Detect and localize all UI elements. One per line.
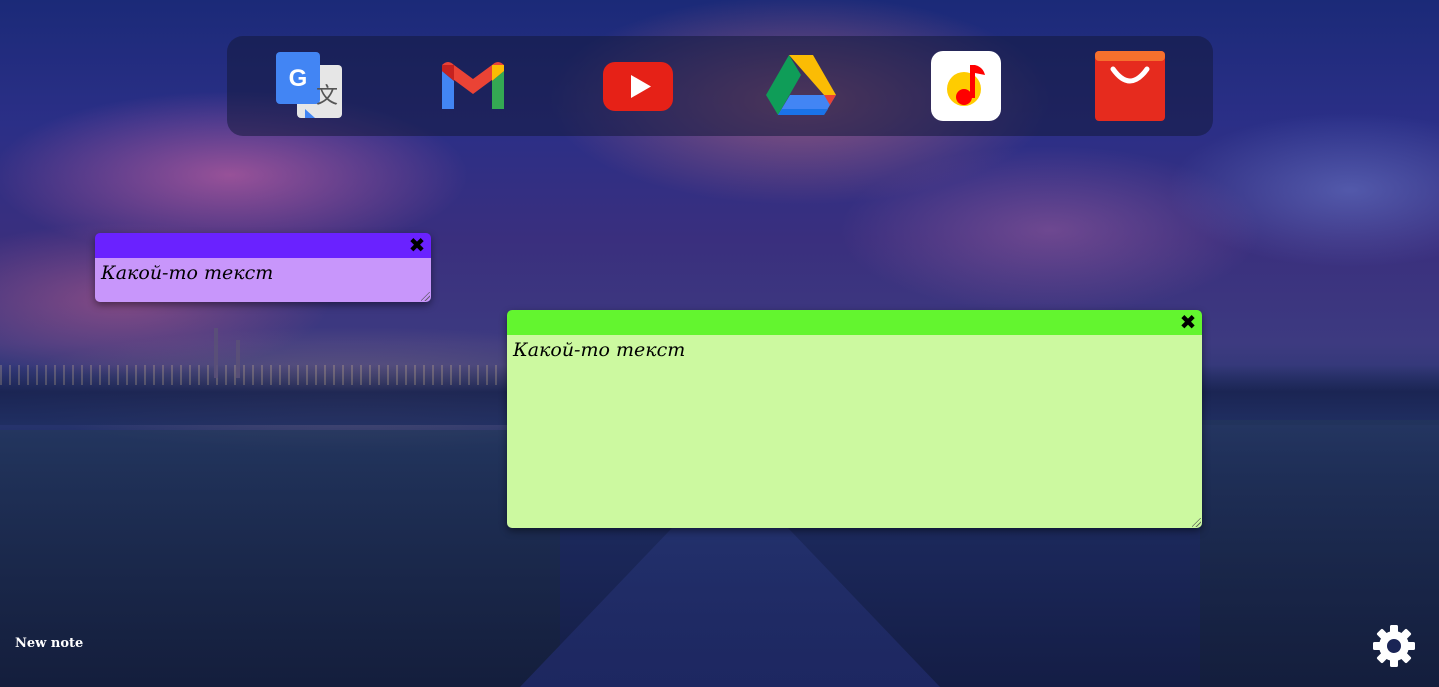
note-text-area[interactable]: Какой-то текст (95, 258, 431, 302)
svg-text:文: 文 (316, 84, 338, 109)
bookmark-youtube[interactable] (603, 51, 673, 121)
bookmark-google-drive[interactable] (766, 51, 836, 121)
road (520, 520, 940, 687)
sticky-note[interactable]: ✖ Какой-то текст (95, 233, 431, 302)
google-drive-icon (766, 55, 836, 115)
note-header[interactable]: ✖ (507, 310, 1202, 335)
bookmark-google-translate[interactable]: G 文 (275, 51, 345, 121)
svg-text:G: G (289, 65, 308, 92)
aliexpress-icon (1095, 51, 1165, 121)
new-note-button[interactable]: New note (15, 636, 83, 651)
bookmark-aliexpress[interactable] (1095, 51, 1165, 121)
note-text-area[interactable]: Какой-то текст (507, 335, 1202, 528)
bookmark-yandex-music[interactable] (931, 51, 1001, 121)
resize-handle[interactable] (421, 292, 430, 301)
field-left (0, 430, 560, 687)
google-translate-icon: G 文 (276, 52, 342, 118)
note-header[interactable]: ✖ (95, 233, 431, 258)
bookmark-gmail[interactable] (438, 51, 508, 121)
city-lights (0, 365, 500, 385)
chimney (214, 328, 218, 378)
resize-handle[interactable] (1192, 518, 1201, 527)
chimney (236, 340, 240, 378)
gmail-icon (442, 62, 504, 109)
youtube-icon (603, 62, 673, 111)
gear-icon (1373, 625, 1415, 667)
close-note-button[interactable]: ✖ (1177, 310, 1199, 335)
bookmarks-bar: G 文 (227, 36, 1213, 136)
close-note-button[interactable]: ✖ (406, 233, 428, 258)
yandex-music-icon (931, 51, 1001, 121)
settings-button[interactable] (1372, 624, 1416, 668)
sticky-note[interactable]: ✖ Какой-то текст (507, 310, 1202, 528)
desktop-background: G 文 ✖ Какой-то текст ✖ Какой-то текст Ne… (0, 0, 1439, 687)
